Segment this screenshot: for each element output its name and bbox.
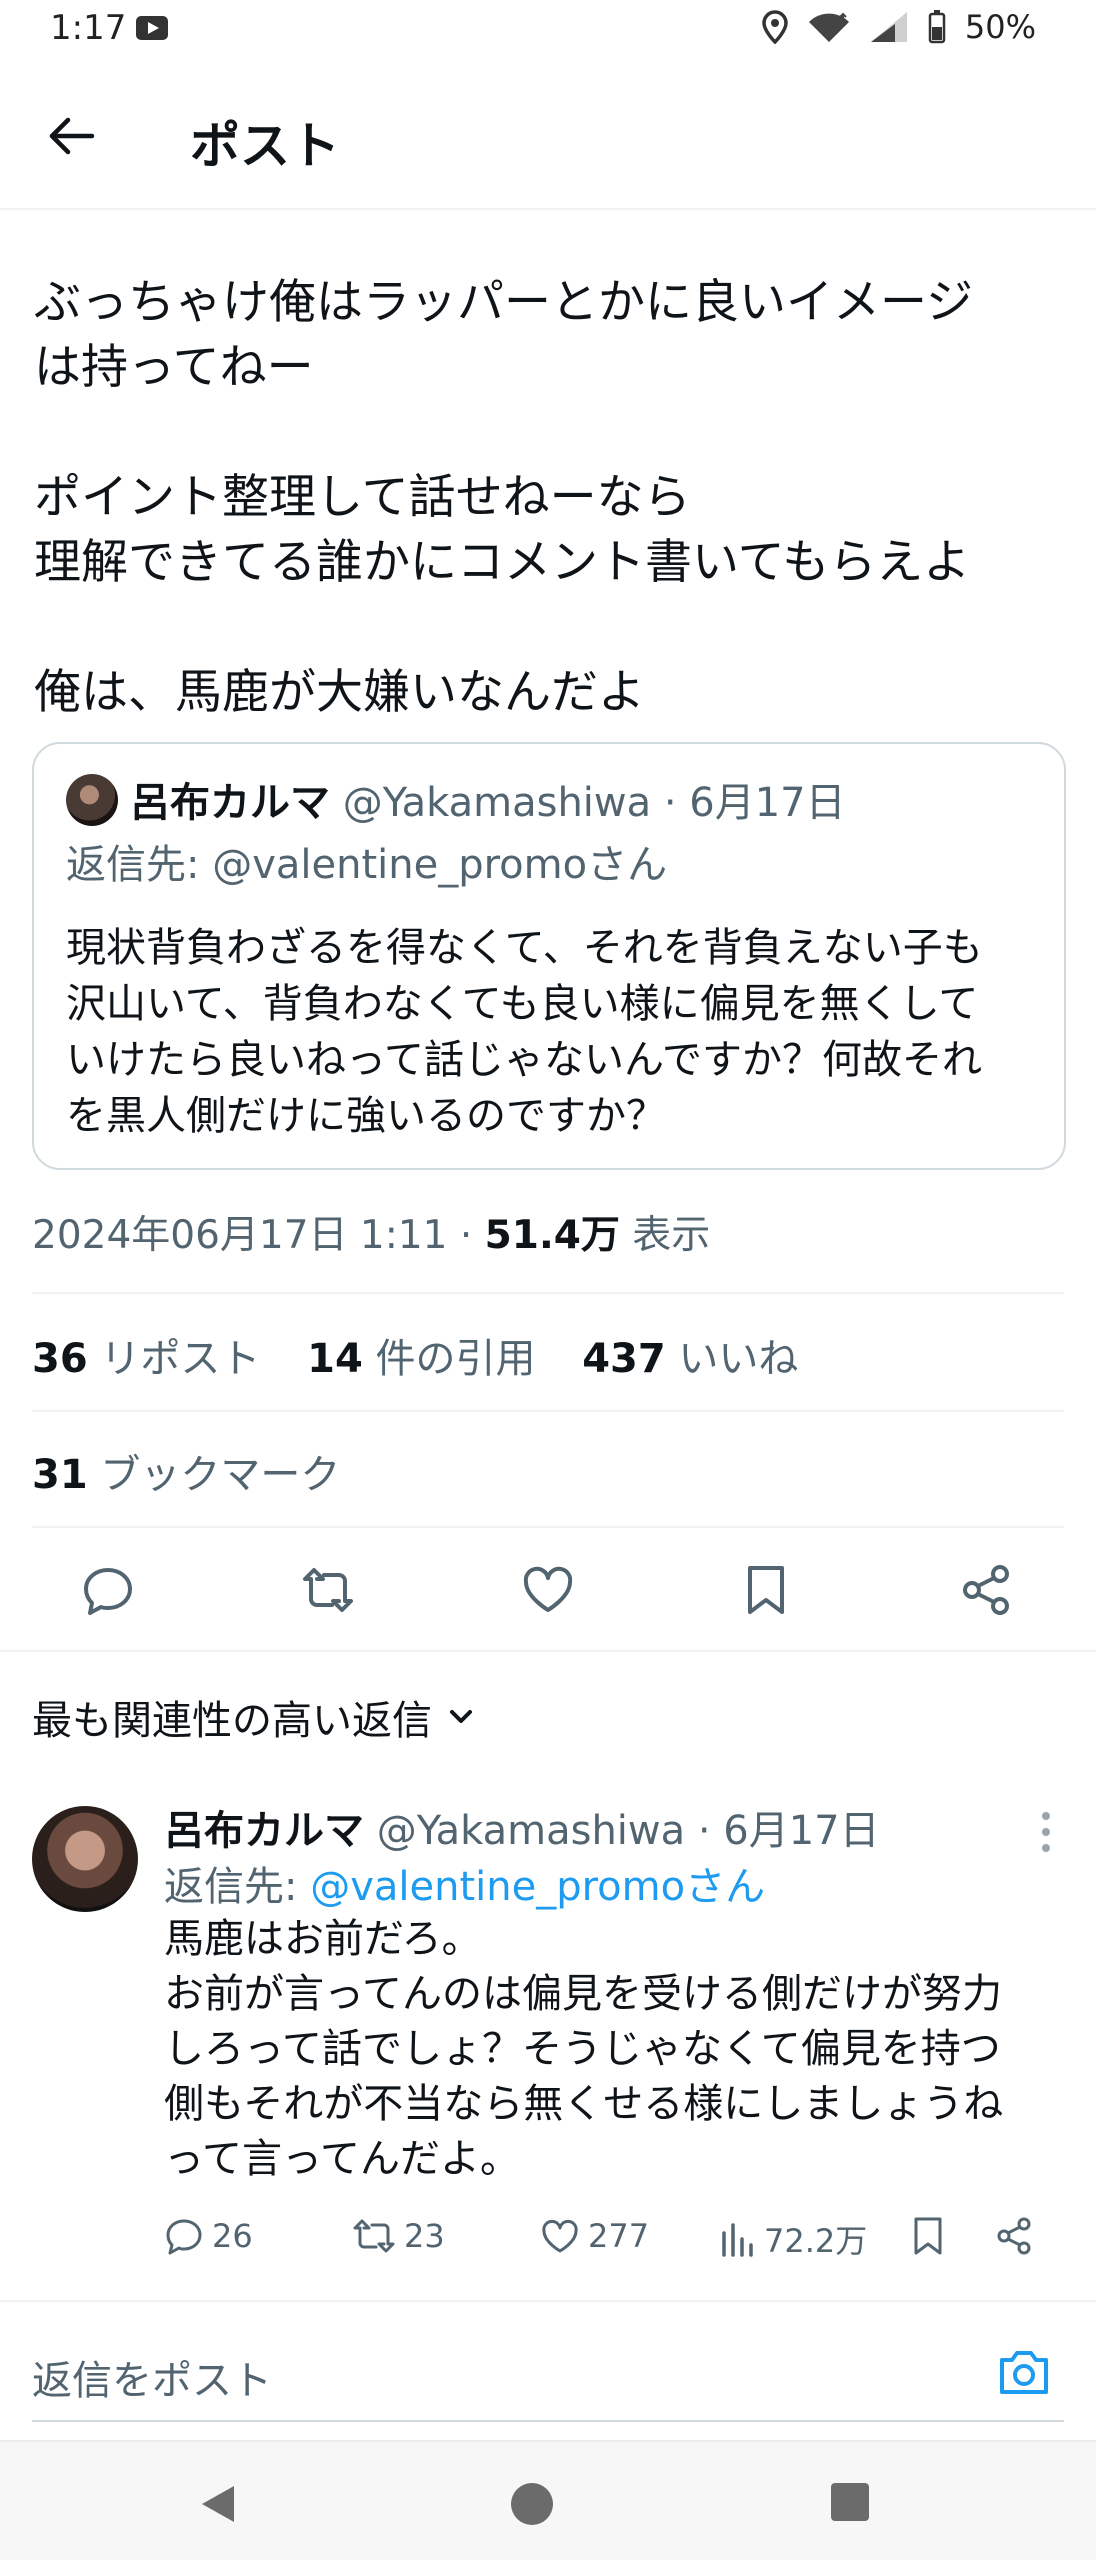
status-time: 1:17 [50, 8, 127, 48]
like-heart-icon[interactable] [520, 1562, 576, 1618]
tweet-timestamp: 2024年06月17日 1:11 · [32, 1213, 485, 1258]
battery-icon [928, 10, 946, 44]
bookmarks-count: 31 [32, 1452, 88, 1498]
bookmark-icon[interactable] [910, 2216, 946, 2256]
reply-text: 馬鹿はお前だろ。 お前が言ってんのは偏見を受ける側だけが努力 しろって話でしょ？… [164, 1916, 1004, 2182]
engagement-stats: 36 リポスト 14 件の引用 437 いいね [32, 1326, 832, 1384]
quotes-stat[interactable]: 14 件の引用 [307, 1336, 569, 1382]
quoted-avatar[interactable] [66, 774, 118, 826]
page-title: ポスト [190, 117, 340, 175]
quoted-reply-to: 返信先: @valentine_promoさん [66, 842, 668, 888]
tweet-action-bar [0, 1548, 1096, 1632]
tweet-text: ぶっちゃけ俺はラッパーとかに良いイメージ は持ってねー ポイント整理して話せねー… [34, 275, 974, 720]
bookmark-icon[interactable] [738, 1562, 794, 1618]
repost-icon[interactable] [300, 1562, 356, 1618]
more-options-icon[interactable] [1040, 1810, 1052, 1854]
reply-avatar[interactable] [32, 1806, 138, 1912]
analytics-bars-icon [722, 2223, 753, 2257]
quotes-label: 件の引用 [362, 1336, 536, 1382]
reply-to-handle-link[interactable]: @valentine_promoさん [310, 1864, 765, 1910]
location-icon [762, 10, 788, 44]
quoted-author-name[interactable]: 呂布カルマ [130, 780, 330, 826]
reply-to-prefix: 返信先: [164, 1864, 311, 1910]
share-icon[interactable] [994, 2216, 1034, 2256]
reply-sort-label: 最も関連性の高い返信 [32, 1698, 432, 1744]
nav-recents-icon[interactable] [830, 2482, 870, 2522]
likes-label: いいね [665, 1336, 799, 1382]
reply-icon[interactable] [80, 1562, 136, 1618]
divider [32, 1526, 1064, 1528]
bookmarks-label: ブックマーク [87, 1452, 341, 1498]
share-icon[interactable] [958, 1562, 1014, 1618]
likes-count: 437 [582, 1336, 666, 1382]
reply-icon [166, 2219, 202, 2255]
view-label: 表示 [619, 1213, 711, 1258]
reply-compose-bar: 返信をポスト [0, 2300, 1096, 2438]
like-heart-icon [542, 2219, 578, 2253]
reply-repost-count: 23 [404, 2217, 445, 2255]
reply-views-count: 72.2万 [764, 2222, 868, 2260]
reply-tweet[interactable]: 呂布カルマ @Yakamashiwa · 6月17日 返信先: @valenti… [0, 1790, 1096, 2300]
reply-author-name[interactable]: 呂布カルマ [164, 1808, 364, 1854]
reposts-label: リポスト [87, 1336, 261, 1382]
quoted-tweet-card[interactable]: 呂布カルマ @Yakamashiwa · 6月17日 返信先: @valenti… [32, 742, 1066, 1170]
reposts-count: 36 [32, 1336, 88, 1382]
quotes-count: 14 [307, 1336, 363, 1382]
chevron-down-icon [450, 1710, 472, 1723]
reply-sort-selector[interactable]: 最も関連性の高い返信 [32, 1688, 476, 1746]
reply-reply-to: 返信先: @valentine_promoさん [164, 1854, 765, 1912]
signal-icon [870, 12, 907, 42]
camera-icon[interactable] [996, 2346, 1052, 2398]
battery-level: 50% [964, 8, 1036, 46]
quoted-author-meta: @Yakamashiwa · 6月17日 [330, 780, 846, 826]
top-header: ポスト [0, 60, 1096, 210]
quoted-author-row: 呂布カルマ @Yakamashiwa · 6月17日 [130, 770, 846, 828]
reply-reply-count: 26 [212, 2217, 253, 2255]
divider [32, 1292, 1064, 1294]
reply-author-row: 呂布カルマ @Yakamashiwa · 6月17日 [164, 1798, 880, 1856]
youtube-notification-icon [136, 16, 168, 40]
likes-stat[interactable]: 437 いいね [582, 1336, 832, 1382]
reposts-stat[interactable]: 36 リポスト [32, 1336, 294, 1382]
repost-icon [353, 2219, 395, 2253]
divider [32, 1410, 1064, 1412]
section-divider [0, 1650, 1096, 1652]
reply-author-meta: @Yakamashiwa · 6月17日 [364, 1808, 880, 1854]
nav-back-icon[interactable] [196, 2482, 240, 2526]
view-count: 51.4万 [484, 1213, 620, 1258]
quoted-tweet-text: 現状背負わざるを得なくて、それを背負えない子も 沢山いて、背負わなくても良い様に… [66, 925, 983, 1139]
back-arrow-icon[interactable] [44, 108, 100, 164]
reply-compose-input[interactable]: 返信をポスト [32, 2348, 272, 2406]
status-bar: 1:17 50% [0, 0, 1096, 60]
reply-action-bar: 26 23 277 72.2万 [164, 2208, 1044, 2268]
tweet-timestamp-row: 2024年06月17日 1:11 · 51.4万 表示 [32, 1204, 710, 1260]
reply-like-count: 277 [588, 2217, 650, 2255]
reply-views-button[interactable]: 72.2万 [720, 2216, 867, 2262]
system-navigation-bar [0, 2440, 1096, 2560]
compose-underline [32, 2420, 1064, 2422]
reply-reply-button[interactable]: 26 [164, 2216, 253, 2256]
bookmarks-stat[interactable]: 31 ブックマーク [32, 1442, 340, 1500]
reply-like-button[interactable]: 277 [540, 2216, 649, 2256]
wifi-icon [808, 12, 849, 42]
nav-home-icon[interactable] [510, 2482, 554, 2526]
reply-repost-button[interactable]: 23 [352, 2216, 445, 2256]
